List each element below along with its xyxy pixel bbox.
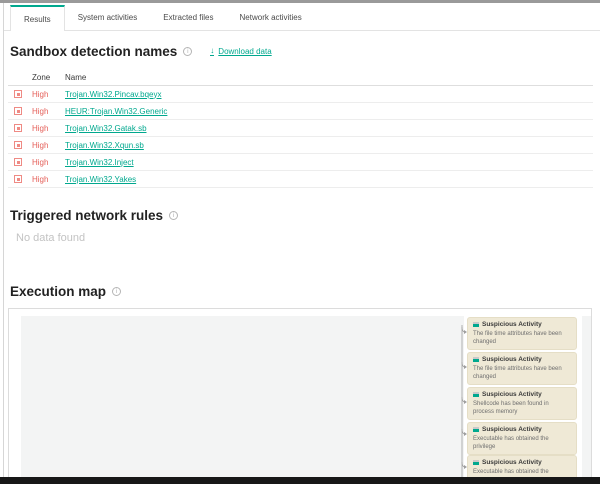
download-data-link[interactable]: ↓ Download data [210,47,271,56]
node-title: Suspicious Activity [482,426,542,433]
table-row: High Trojan.Win32.Gatak.sb [8,120,593,137]
detections-title: Sandbox detection names [10,44,177,59]
node-title: Suspicious Activity [482,321,542,328]
zone-value: High [32,124,65,133]
detection-name-link[interactable]: Trojan.Win32.Inject [65,158,134,167]
network-rules-title: Triggered network rules [10,208,163,223]
download-icon: ↓ [210,47,214,56]
info-icon[interactable]: i [112,287,121,296]
node-description: Executable has obtained the privilege [473,468,571,477]
tab-results[interactable]: Results [10,5,65,31]
zone-value: High [32,107,65,116]
node-description: The file time attributes have been chang… [473,365,571,381]
node-title: Suspicious Activity [482,356,542,363]
activity-icon [473,322,479,327]
zone-value: High [32,141,65,150]
map-node[interactable]: Suspicious Activity Executable has obtai… [467,455,577,477]
execution-map-title: Execution map [10,284,106,299]
node-description: Executable has obtained the privilege [473,435,571,451]
table-row: High Trojan.Win32.Xqun.sb [8,137,593,154]
node-title: Suspicious Activity [482,391,542,398]
detections-table: Zone Name High Trojan.Win32.Pincav.bqeyx… [8,69,593,188]
network-rules-heading: Triggered network rules i [10,208,600,223]
severity-icon [14,158,22,166]
activity-icon [473,427,479,432]
zone-value: High [32,158,65,167]
no-data-text: No data found [16,232,600,244]
table-row: High HEUR:Trojan.Win32.Generic [8,103,593,120]
tab-extracted-files[interactable]: Extracted files [150,5,226,30]
map-node[interactable]: Suspicious Activity The file time attrib… [467,317,577,350]
detection-name-link[interactable]: Trojan.Win32.Xqun.sb [65,141,144,150]
tab-bar: Results System activities Extracted file… [4,5,600,31]
activity-icon [473,460,479,465]
tab-system-activities[interactable]: System activities [65,5,151,30]
table-row: High Trojan.Win32.Yakes [8,171,593,188]
map-node[interactable]: Suspicious Activity The file time attrib… [467,352,577,385]
activity-icon [473,392,479,397]
tab-network-activities[interactable]: Network activities [227,5,315,30]
detections-heading: Sandbox detection names i ↓ Download dat… [10,44,600,59]
node-title: Suspicious Activity [482,459,542,466]
execution-map-panel[interactable]: Suspicious Activity The file time attrib… [8,308,592,477]
window-bottom-bar [0,477,600,484]
main-content: Sandbox detection names i ↓ Download dat… [4,31,600,477]
severity-icon [14,124,22,132]
info-icon[interactable]: i [183,47,192,56]
zone-value: High [32,90,65,99]
zone-value: High [32,175,65,184]
execution-map-heading: Execution map i [10,284,600,299]
severity-icon [14,141,22,149]
table-row: High Trojan.Win32.Inject [8,154,593,171]
header-zone: Zone [32,73,65,82]
node-description: Shellcode has been found in process memo… [473,400,571,416]
table-header-row: Zone Name [8,69,593,86]
node-description: The file time attributes have been chang… [473,330,571,346]
severity-icon [14,107,22,115]
map-node[interactable]: Suspicious Activity Shellcode has been f… [467,387,577,420]
info-icon[interactable]: i [169,211,178,220]
activity-icon [473,357,479,362]
severity-icon [14,90,22,98]
map-node[interactable]: Suspicious Activity Executable has obtai… [467,422,577,455]
detection-name-link[interactable]: Trojan.Win32.Pincav.bqeyx [65,90,162,99]
header-name: Name [65,73,593,82]
detection-name-link[interactable]: HEUR:Trojan.Win32.Generic [65,107,167,116]
severity-icon [14,175,22,183]
detection-name-link[interactable]: Trojan.Win32.Yakes [65,175,136,184]
table-row: High Trojan.Win32.Pincav.bqeyx [8,86,593,103]
window-top-edge [0,0,600,3]
download-label: Download data [218,47,271,56]
detection-name-link[interactable]: Trojan.Win32.Gatak.sb [65,124,147,133]
